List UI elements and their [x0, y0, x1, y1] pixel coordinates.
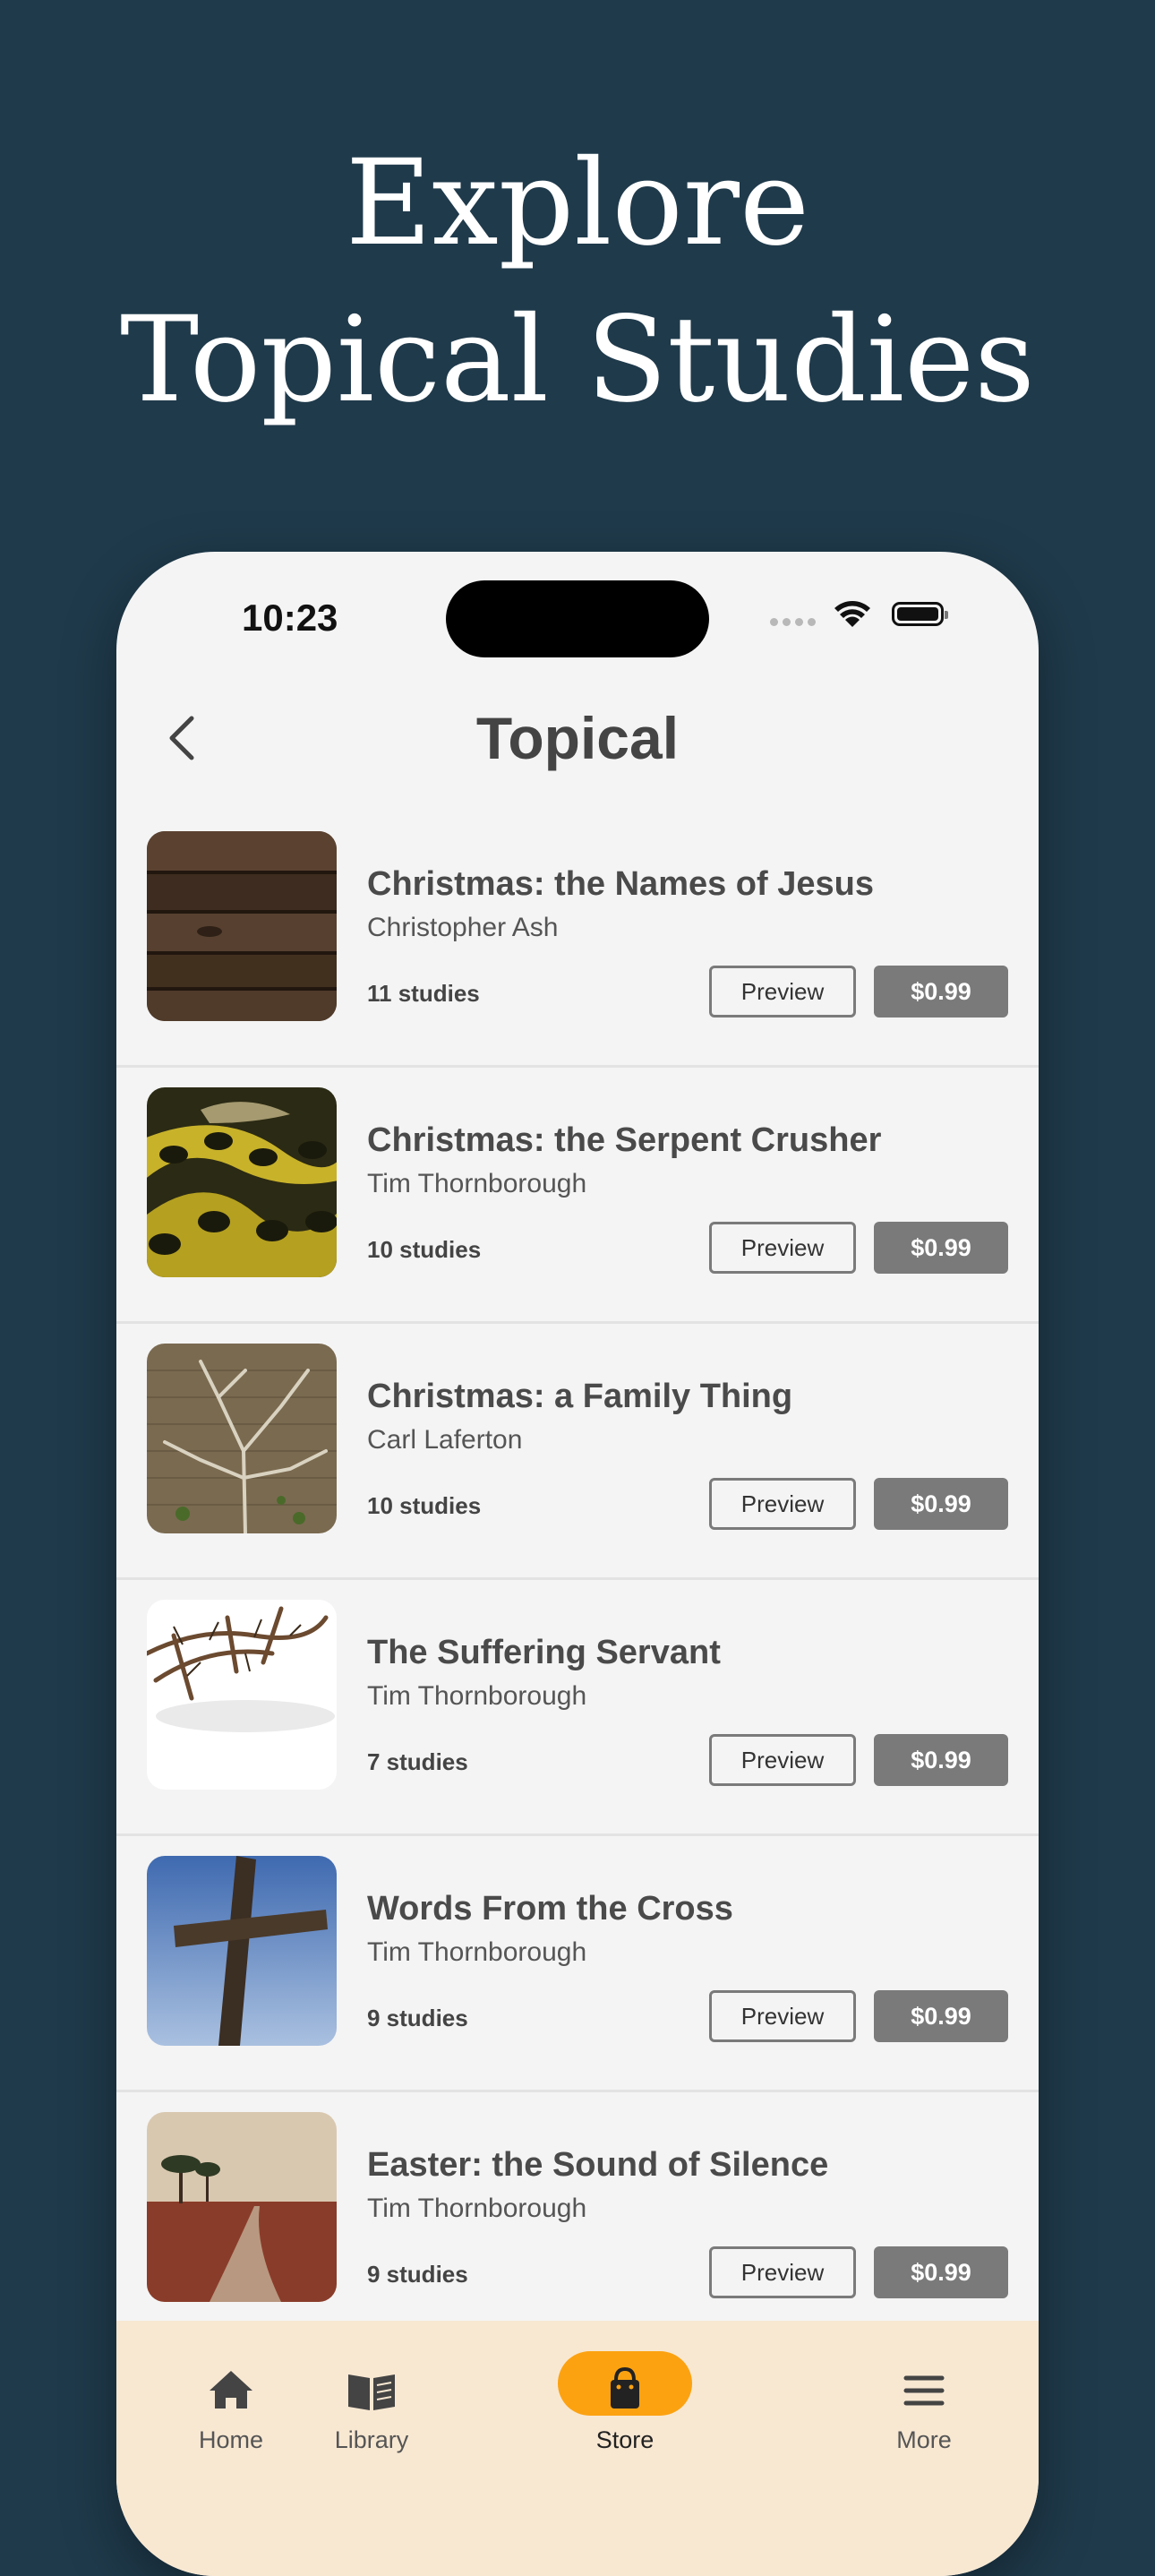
study-count: 10 studies [367, 1492, 482, 1519]
study-title: Easter: the Sound of Silence [367, 2146, 829, 2184]
cover-wooden-planks-image [147, 831, 337, 1021]
cover-crown-of-thorns-image [147, 1600, 337, 1790]
study-count: 11 studies [367, 980, 480, 1007]
preview-button[interactable]: Preview [709, 1222, 856, 1274]
tab-library-label: Library [334, 2426, 409, 2453]
cover-wooden-cross-image [147, 1856, 337, 2046]
study-title: The Suffering Servant [367, 1634, 721, 1671]
battery-icon [892, 602, 948, 626]
study-author: Christopher Ash [367, 913, 559, 942]
study-author: Carl Laferton [367, 1425, 523, 1455]
preview-button[interactable]: Preview [709, 1734, 856, 1786]
study-title: Christmas: the Serpent Crusher [367, 1121, 882, 1159]
preview-button[interactable]: Preview [709, 2246, 856, 2298]
preview-button[interactable]: Preview [709, 1478, 856, 1530]
tab-store-label: Store [595, 2426, 654, 2453]
tab-bar: Home Library Store More [116, 2321, 1039, 2576]
menu-icon [903, 2375, 945, 2406]
tab-more-label: More [896, 2426, 952, 2453]
study-title: Christmas: the Names of Jesus [367, 865, 874, 903]
study-count: 9 studies [367, 2005, 468, 2031]
study-count: 10 studies [367, 1236, 482, 1263]
price-button[interactable]: $0.99 [874, 1990, 1008, 2042]
study-title: Words From the Cross [367, 1890, 733, 1928]
page-title: Topical [475, 705, 680, 771]
preview-button[interactable]: Preview [709, 1990, 856, 2042]
cover-vine-on-wall-image [147, 1344, 337, 1533]
preview-button[interactable]: Preview [709, 966, 856, 1018]
price-button[interactable]: $0.99 [874, 1478, 1008, 1530]
book-icon [348, 2374, 395, 2410]
list-item[interactable]: Easter: the Sound of Silence Tim Thornbo… [116, 2092, 1039, 2348]
study-count: 7 studies [367, 1748, 468, 1775]
study-author: Tim Thornborough [367, 1681, 587, 1711]
tab-more[interactable]: More [834, 2321, 1014, 2500]
dynamic-island [446, 580, 709, 657]
study-author: Tim Thornborough [367, 1937, 587, 1967]
list-item[interactable]: Christmas: the Names of Jesus Christophe… [116, 811, 1039, 1068]
cover-desert-path-image [147, 2112, 337, 2302]
list-item[interactable]: Christmas: a Family Thing Carl Laferton … [116, 1324, 1039, 1580]
list-item[interactable]: The Suffering Servant Tim Thornborough 7… [116, 1580, 1039, 1836]
headline-line-2: Topical Studies [120, 291, 1035, 429]
study-count: 9 studies [367, 2261, 468, 2288]
cover-snake-image [147, 1087, 337, 1277]
headline-line-1: Explore [345, 134, 810, 272]
shopping-bag-icon [611, 2366, 639, 2409]
phone-frame: 10:23 Topical Christmas: the Names of Je… [116, 552, 1039, 2576]
signal-icon [770, 614, 820, 631]
price-button[interactable]: $0.99 [874, 1734, 1008, 1786]
tab-library[interactable]: Library [282, 2321, 461, 2500]
price-button[interactable]: $0.99 [874, 2246, 1008, 2298]
price-button[interactable]: $0.99 [874, 966, 1008, 1018]
status-time: 10:23 [242, 597, 338, 639]
list-item[interactable]: Words From the Cross Tim Thornborough 9 … [116, 1836, 1039, 2092]
study-list: Christmas: the Names of Jesus Christophe… [116, 811, 1039, 2348]
list-item[interactable]: Christmas: the Serpent Crusher Tim Thorn… [116, 1068, 1039, 1324]
price-button[interactable]: $0.99 [874, 1222, 1008, 1274]
tab-store[interactable]: Store [512, 2321, 692, 2500]
study-author: Tim Thornborough [367, 1169, 587, 1198]
headline: Explore Topical Studies [0, 125, 1155, 439]
wifi-icon [834, 601, 870, 627]
study-title: Christmas: a Family Thing [367, 1378, 793, 1415]
study-author: Tim Thornborough [367, 2194, 587, 2223]
